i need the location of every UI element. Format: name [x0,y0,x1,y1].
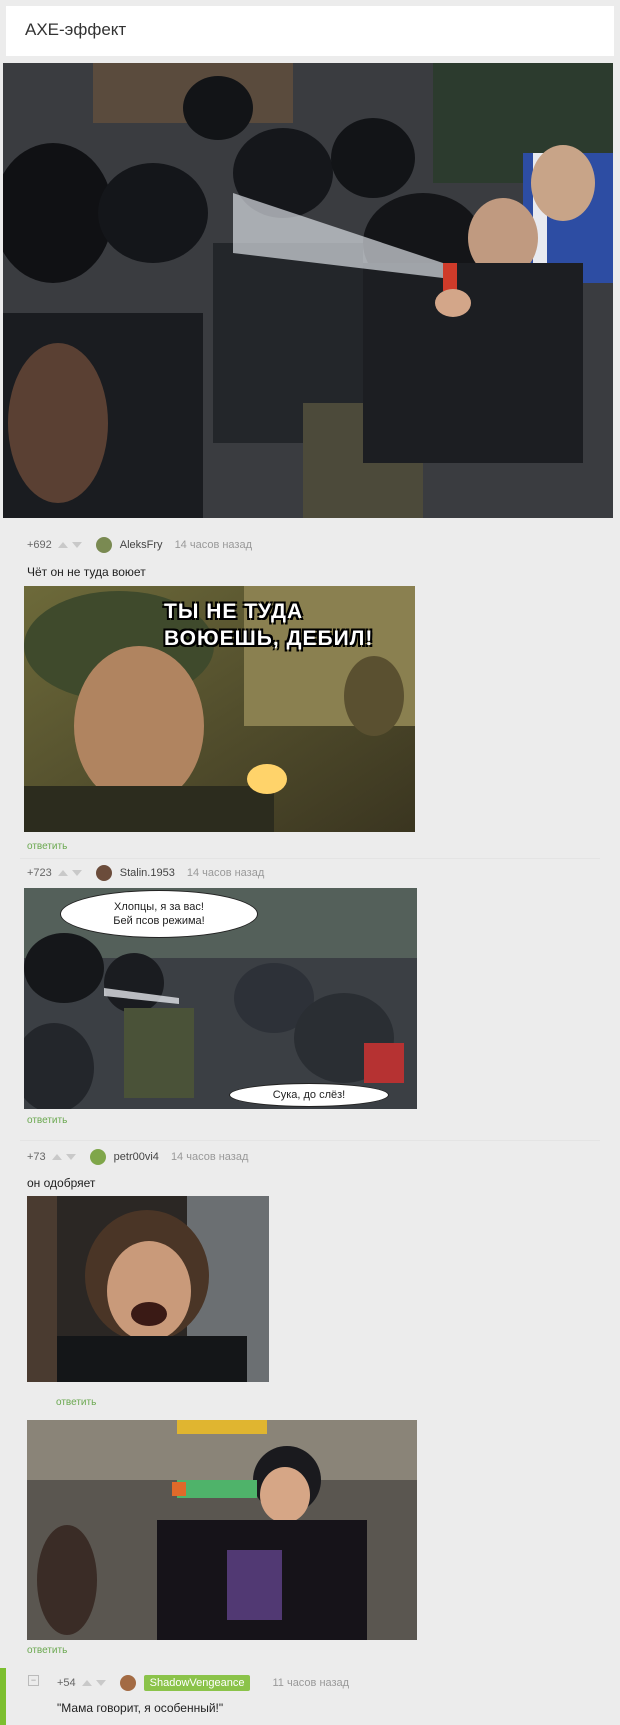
comment-username[interactable]: petr00vi4 [114,1151,159,1163]
downvote-icon[interactable] [71,870,82,876]
comment-meta-3: +73 petr00vi4 14 часов назад [27,1148,248,1166]
downvote-icon[interactable] [71,542,82,548]
comment-rating: +73 [27,1151,46,1163]
divider [20,858,600,859]
downvote-icon[interactable] [95,1680,106,1686]
comment-meta-5: +54 ShadowVengeance 11 часов назад [57,1674,349,1692]
upvote-icon[interactable] [51,1154,62,1160]
comment-meta-2: +723 Stalin.1953 14 часов назад [27,864,264,882]
avatar[interactable] [89,1149,106,1165]
downvote-icon[interactable] [65,1154,76,1160]
upvote-icon[interactable] [81,1680,92,1686]
upvote-icon[interactable] [57,870,68,876]
post-image-riot-police [3,63,613,518]
comment-username[interactable]: ShadowVengeance [143,1675,251,1691]
comment-time: 14 часов назад [186,867,265,879]
comment-time: 11 часов назад [272,1677,350,1689]
comment-time: 14 часов назад [170,1151,249,1163]
speech-bubble-bottom: Сука, до слёз! [229,1083,389,1107]
comment-image-laughing-man [27,1196,269,1382]
comment-meta-1: +692 AleksFry 14 часов назад [27,536,252,554]
speech-bubble-top: Хлопцы, я за вас! Бей псов режима! [60,890,258,938]
comment-username[interactable]: AleksFry [120,539,163,551]
reply-link[interactable]: ответить [27,841,67,852]
image-caption: ТЫ НЕ ТУДА ВОЮЕШЬ, ДЕБИЛ! [164,600,374,650]
comment-rating: +54 [57,1677,76,1689]
comment-rating: +692 [27,539,52,551]
thread-strip [0,1668,6,1725]
reply-link[interactable]: ответить [27,1115,67,1126]
comment-image-soldier: ТЫ НЕ ТУДА ВОЮЕШЬ, ДЕБИЛ! [24,586,415,832]
comment-time: 14 часов назад [174,539,252,551]
comment-text: он одобряет [27,1176,96,1190]
divider [20,1140,600,1141]
avatar[interactable] [95,537,112,553]
comment-rating: +723 [27,867,52,879]
collapse-thread-button[interactable]: − [28,1675,39,1686]
comment-username[interactable]: Stalin.1953 [120,867,175,879]
reply-link[interactable]: ответить [27,1645,67,1656]
avatar[interactable] [119,1675,136,1691]
post-title: АХЕ-эффект [25,20,127,39]
comment-image-hockey-player [27,1420,417,1640]
comment-image-crowd: Хлопцы, я за вас! Бей псов режима! Сука,… [24,888,417,1109]
upvote-icon[interactable] [57,542,68,548]
avatar[interactable] [95,865,112,881]
reply-link[interactable]: ответить [56,1397,96,1408]
comment-text: "Мама говорит, я особенный!" [57,1701,224,1715]
comment-text: Чёт он не туда воюет [27,565,146,579]
